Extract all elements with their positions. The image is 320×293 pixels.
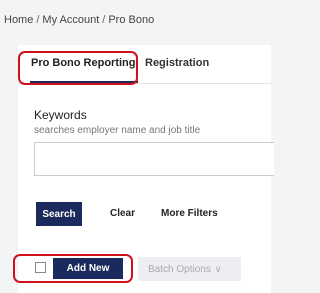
chevron-down-icon: ∨ xyxy=(214,263,222,274)
main-panel: Pro Bono Reporting Registration Keywords… xyxy=(18,45,274,293)
breadcrumb-separator: / xyxy=(102,14,106,26)
select-all-checkbox[interactable] xyxy=(35,262,46,273)
clear-button[interactable]: Clear xyxy=(110,202,135,226)
keywords-hint: searches employer name and job title xyxy=(34,125,201,136)
keywords-input[interactable] xyxy=(34,142,274,176)
search-button[interactable]: Search xyxy=(36,202,82,226)
breadcrumb-current: Pro Bono xyxy=(108,14,155,26)
tab-bar: Pro Bono Reporting Registration xyxy=(18,45,271,84)
keywords-label: Keywords xyxy=(34,108,87,122)
breadcrumb: Home / My Account / Pro Bono xyxy=(4,14,154,26)
breadcrumb-home[interactable]: Home xyxy=(4,14,33,26)
batch-options-label: Batch Options xyxy=(148,263,211,275)
add-new-button[interactable]: Add New xyxy=(53,258,123,279)
batch-options-button[interactable]: Batch Options ∨ xyxy=(138,257,241,281)
tab-pro-bono-reporting[interactable]: Pro Bono Reporting xyxy=(31,57,136,69)
active-tab-indicator xyxy=(30,81,138,83)
breadcrumb-my-account[interactable]: My Account xyxy=(42,14,99,26)
tab-registration[interactable]: Registration xyxy=(145,57,209,69)
more-filters-button[interactable]: More Filters xyxy=(161,202,218,226)
